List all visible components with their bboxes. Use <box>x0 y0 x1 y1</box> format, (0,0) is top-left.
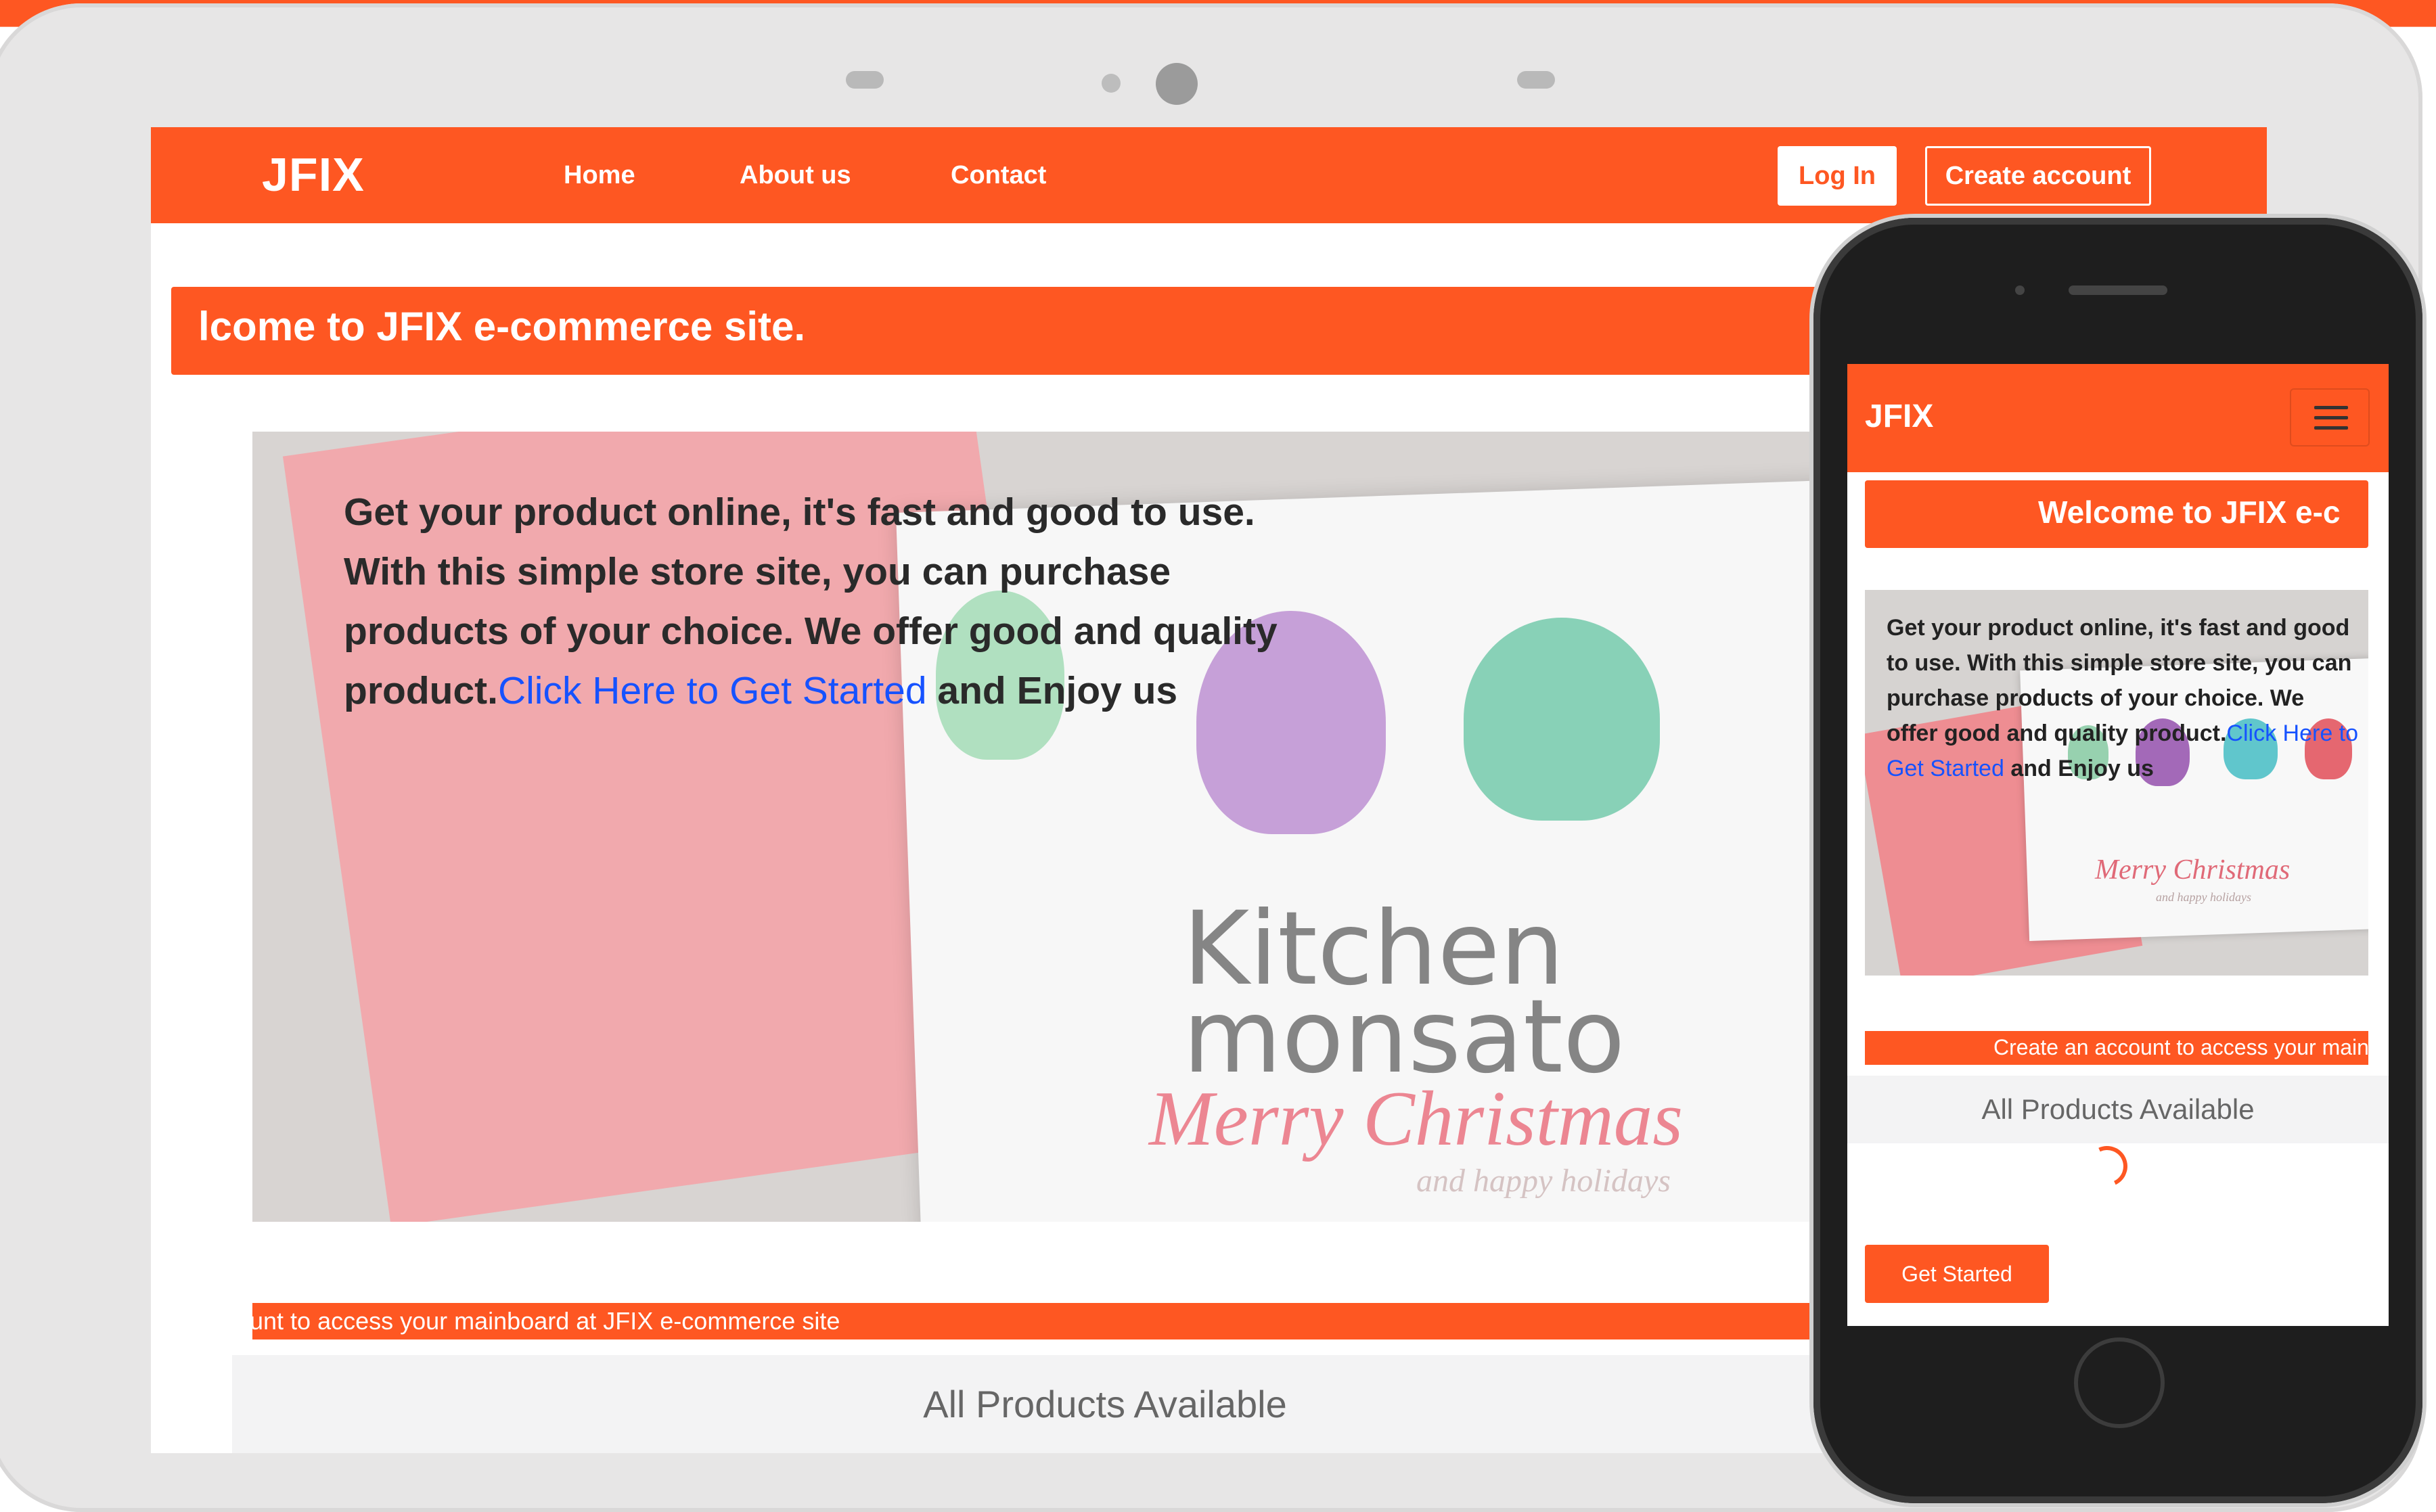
logo-line-2: monsato <box>1183 978 1625 1096</box>
welcome-marquee-text: lcome to JFIX e-commerce site. <box>198 304 806 349</box>
hamburger-line <box>2314 416 2348 419</box>
create-account-button[interactable]: Create account <box>1925 146 2151 206</box>
phone-hero-text-tail: and Enjoy us <box>2004 756 2154 781</box>
products-title: All Products Available <box>923 1383 1287 1425</box>
phone-navbar-brand[interactable]: JFIX <box>1865 398 1933 435</box>
get-started-button[interactable]: Get Started <box>1865 1245 2049 1303</box>
phone-screen: JFIX Welcome to JFIX e-c Merry Christmas… <box>1847 364 2389 1326</box>
phone-camera-icon <box>2015 285 2025 295</box>
hamburger-line <box>2314 406 2348 409</box>
phone-logo-tagline: Merry Christmas <box>2095 854 2291 886</box>
phone-logo-subtagline: and happy holidays <box>2156 890 2251 904</box>
hamburger-line <box>2314 426 2348 430</box>
products-section: All Products Available <box>232 1355 1978 1453</box>
ornament-teal-icon <box>1464 618 1660 821</box>
phone-hero-text: Get your product online, it's fast and g… <box>1887 610 2360 786</box>
phone-speaker <box>2069 285 2167 295</box>
login-button[interactable]: Log In <box>1778 146 1897 206</box>
phone-home-button <box>2074 1337 2165 1428</box>
phone-hero-banner: Merry Christmas and happy holidays Get y… <box>1865 590 2368 976</box>
tablet-speaker-left <box>846 71 884 89</box>
hero-text-tail: and Enjoy us <box>926 669 1178 712</box>
phone-products-section: All Products Available <box>1847 1076 2389 1143</box>
account-notice-marquee: unt to access your mainboard at JFIX e-c… <box>252 1303 1978 1339</box>
tablet-camera-icon <box>1156 63 1198 105</box>
nav-link-contact[interactable]: Contact <box>951 161 1046 190</box>
kitchen-monsato-logo: Kitchen monsato <box>1183 898 1625 1096</box>
phone-navbar: JFIX <box>1847 364 2389 472</box>
phone-account-notice-text: Create an account to access your maint <box>1993 1035 2368 1059</box>
tablet-navbar: JFIX Home About us Contact Log In Create… <box>151 127 2267 223</box>
phone-welcome-marquee: Welcome to JFIX e-c <box>1865 480 2368 548</box>
hero-banner: Kitchen monsato Merry Christmas and happ… <box>252 432 1978 1222</box>
tablet-speaker-right <box>1517 71 1555 89</box>
phone-welcome-marquee-text: Welcome to JFIX e-c <box>2038 495 2341 530</box>
phone-account-notice-marquee: Create an account to access your maint <box>1865 1031 2368 1065</box>
account-notice-text: unt to access your mainboard at JFIX e-c… <box>252 1307 840 1335</box>
tablet-sensor-dot <box>1102 74 1121 93</box>
logo-subtagline: and happy holidays <box>1416 1163 1671 1199</box>
logo-tagline: Merry Christmas <box>1149 1076 1684 1162</box>
welcome-marquee: lcome to JFIX e-commerce site. <box>171 287 1958 375</box>
nav-link-home[interactable]: Home <box>564 161 635 190</box>
hamburger-icon[interactable] <box>2290 388 2370 446</box>
spinner-icon <box>2081 1140 2134 1193</box>
hero-text: Get your product online, it's fast and g… <box>344 482 1345 720</box>
get-started-link[interactable]: Click Here to Get Started <box>498 669 927 712</box>
phone-products-title: All Products Available <box>1981 1093 2255 1125</box>
navbar-brand[interactable]: JFIX <box>262 147 365 202</box>
nav-link-about[interactable]: About us <box>740 161 851 190</box>
